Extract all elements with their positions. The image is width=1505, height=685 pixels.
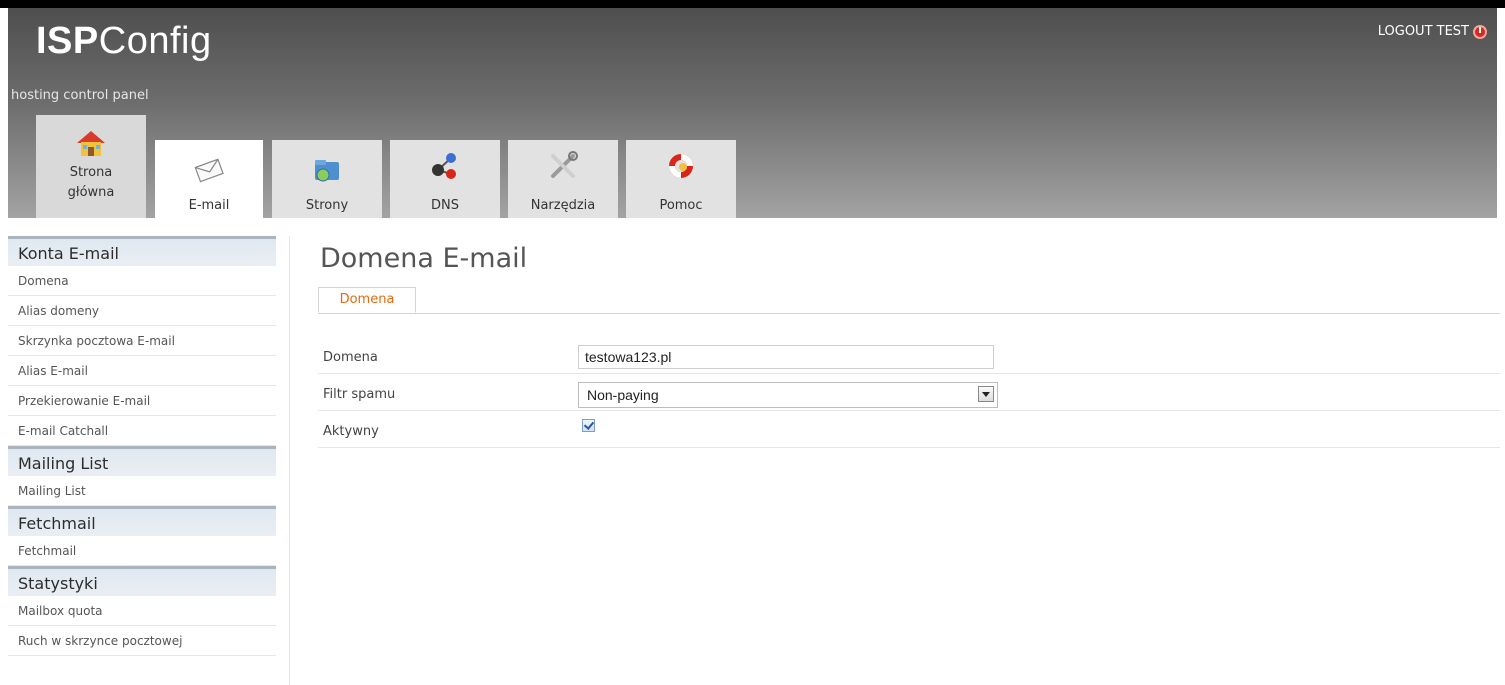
network-icon <box>429 150 461 182</box>
tab-dns[interactable]: DNS <box>390 140 500 218</box>
spam-filter-select[interactable]: Non-paying <box>578 382 998 408</box>
sidebar-item-ruch[interactable]: Ruch w skrzynce pocztowej <box>8 626 276 656</box>
tab-narzedzia[interactable]: Narzędzia <box>508 140 618 218</box>
sidebar-item-fetchmail[interactable]: Fetchmail <box>8 536 276 566</box>
sidebar-item-skrzynka[interactable]: Skrzynka pocztowa E-mail <box>8 326 276 356</box>
sidebar-item-mailing-list[interactable]: Mailing List <box>8 476 276 506</box>
subtab-bar: Domena <box>318 287 1500 314</box>
sidebar-item-domena[interactable]: Domena <box>8 266 276 296</box>
folder-globe-icon <box>311 154 343 186</box>
tab-e-mail[interactable]: E-mail <box>155 140 263 218</box>
tools-icon <box>547 150 579 182</box>
envelope-icon <box>193 154 225 186</box>
form-row-domena: Domena <box>318 343 1500 374</box>
sidebar-item-mailbox-quota[interactable]: Mailbox quota <box>8 596 276 626</box>
tab-label: E-mail <box>188 198 230 213</box>
tab-pomoc[interactable]: Pomoc <box>626 140 736 218</box>
sidebar: Konta E-mail Domena Alias domeny Skrzynk… <box>8 236 276 656</box>
sidebar-section-konta-email: Konta E-mail <box>8 236 276 266</box>
logo-bold: ISP <box>36 20 99 62</box>
aktywny-label: Aktywny <box>323 424 379 439</box>
domena-label: Domena <box>323 350 378 365</box>
sidebar-divider <box>289 236 290 685</box>
form-row-aktywny: Aktywny <box>318 417 1500 448</box>
tab-strony[interactable]: Strony <box>272 140 382 218</box>
logo: ISPConfig <box>36 20 212 63</box>
sidebar-item-alias-email[interactable]: Alias E-mail <box>8 356 276 386</box>
page-title: Domena E-mail <box>320 243 528 274</box>
sidebar-section-fetchmail: Fetchmail <box>8 506 276 536</box>
header: ISPConfig hosting control panel LOGOUT T… <box>8 8 1497 218</box>
spam-filter-value: Non-paying <box>587 387 659 403</box>
domena-input[interactable] <box>578 345 994 369</box>
home-icon <box>75 127 107 159</box>
tagline: hosting control panel <box>11 88 149 103</box>
tab-label: DNS <box>431 198 459 213</box>
logout-button[interactable]: LOGOUT TEST <box>1378 24 1487 39</box>
tab-label: Strona główna <box>67 165 115 200</box>
sidebar-item-przekierowanie[interactable]: Przekierowanie E-mail <box>8 386 276 416</box>
aktywny-checkbox[interactable] <box>582 419 595 432</box>
spam-label: Filtr spamu <box>323 387 396 402</box>
power-icon <box>1473 24 1487 39</box>
top-strip <box>0 0 1505 8</box>
sidebar-item-alias-domeny[interactable]: Alias domeny <box>8 296 276 326</box>
sidebar-section-statystyki: Statystyki <box>8 566 276 596</box>
lifebuoy-icon <box>665 150 697 182</box>
tab-label: Strony <box>305 198 349 213</box>
chevron-down-icon <box>978 386 994 402</box>
logo-regular: Config <box>98 20 212 62</box>
form-row-filtr-spamu: Filtr spamu Non-paying <box>318 380 1500 411</box>
sidebar-item-catchall[interactable]: E-mail Catchall <box>8 416 276 446</box>
sidebar-section-mailing-list: Mailing List <box>8 446 276 476</box>
logout-label: LOGOUT TEST <box>1377 24 1469 39</box>
subtab-domena[interactable]: Domena <box>318 287 416 313</box>
tab-strona-glowna[interactable]: Strona główna <box>36 115 146 218</box>
tab-label: Pomoc <box>659 198 703 213</box>
tab-label: Narzędzia <box>530 198 596 213</box>
